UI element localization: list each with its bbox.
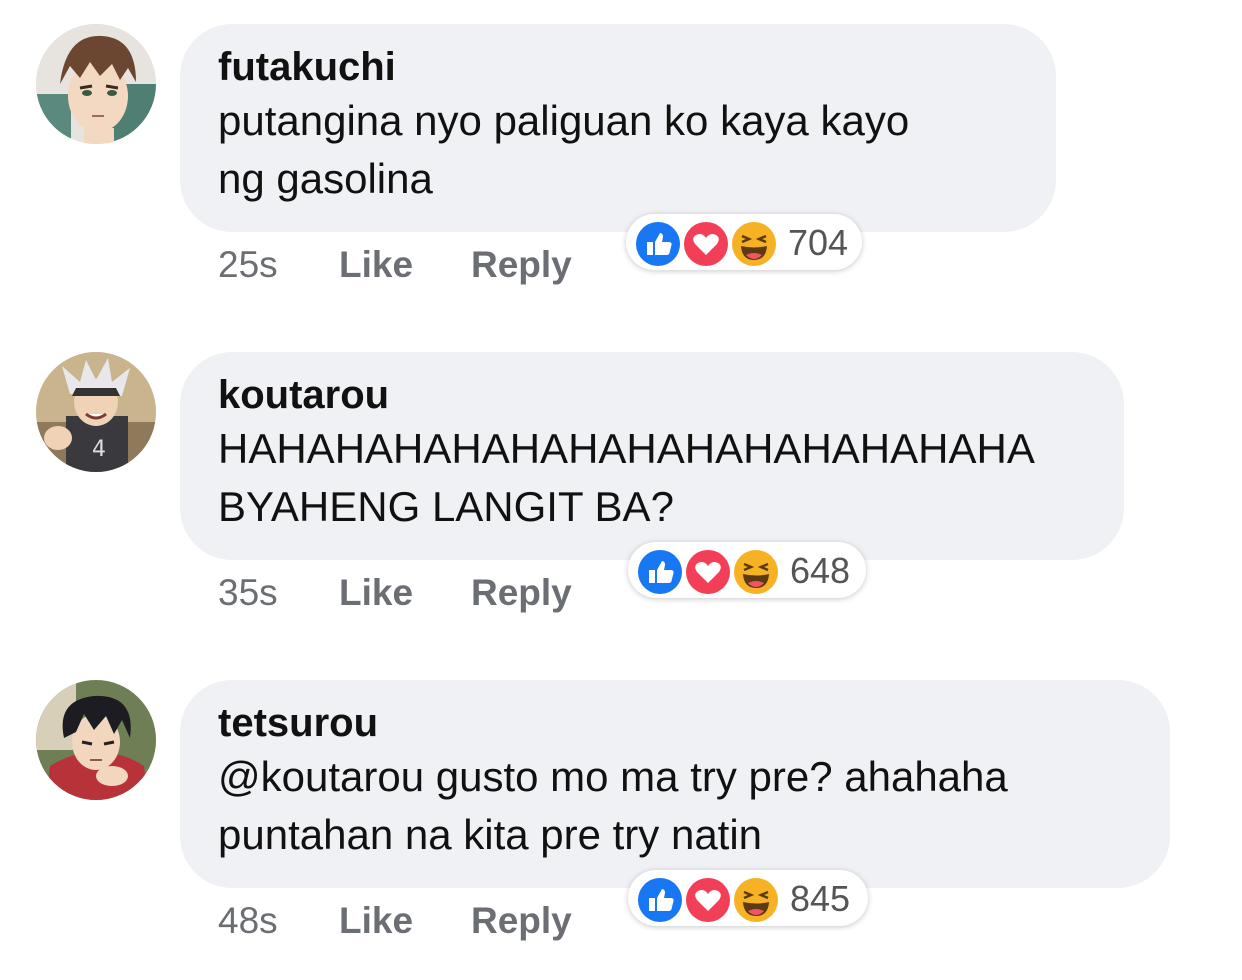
avatar[interactable]: 4: [36, 352, 156, 472]
reaction-count: 648: [790, 550, 851, 591]
reaction-count: 845: [790, 878, 851, 919]
avatar[interactable]: [36, 680, 156, 800]
like-button[interactable]: Like: [339, 244, 413, 286]
love-icon: [682, 220, 730, 268]
haha-icon: [732, 548, 780, 596]
comment-text: @koutarou gusto mo ma try pre? ahahaha p…: [218, 753, 1008, 858]
haha-icon: [732, 876, 780, 924]
comment-futakuchi: futakuchi putangina nyo paliguan ko kaya…: [0, 24, 1242, 324]
comment-author[interactable]: koutarou: [218, 370, 1086, 420]
love-icon: [684, 548, 732, 596]
reply-button[interactable]: Reply: [471, 900, 572, 942]
comment-koutarou: 4 koutarou HAHAHAHAHAHAHAHAHAHAHAHAHAHA …: [0, 352, 1242, 652]
comment-text: putangina nyo paliguan ko kaya kayo ng g…: [218, 97, 910, 202]
svg-text:4: 4: [92, 437, 106, 462]
comment-time[interactable]: 48s: [218, 900, 278, 942]
comment-author[interactable]: futakuchi: [218, 42, 1018, 92]
reactions-summary[interactable]: 845: [628, 870, 868, 926]
comment-time[interactable]: 25s: [218, 244, 278, 286]
comment-text: HAHAHAHAHAHAHAHAHAHAHAHAHAHA BYAHENG LAN…: [218, 425, 1035, 530]
like-icon: [634, 220, 682, 268]
like-button[interactable]: Like: [339, 900, 413, 942]
reaction-count: 704: [788, 222, 849, 263]
like-icon: [636, 876, 684, 924]
comment-time[interactable]: 35s: [218, 572, 278, 614]
reactions-summary[interactable]: 648: [628, 542, 866, 598]
haha-icon: [730, 220, 778, 268]
reply-button[interactable]: Reply: [471, 572, 572, 614]
love-icon: [684, 876, 732, 924]
comment-bubble: tetsurou @koutarou gusto mo ma try pre? …: [180, 680, 1170, 888]
reactions-summary[interactable]: 704: [626, 214, 862, 270]
comment-tetsurou: tetsurou @koutarou gusto mo ma try pre? …: [0, 680, 1242, 980]
avatar[interactable]: [36, 24, 156, 144]
like-icon: [636, 548, 684, 596]
comment-bubble: futakuchi putangina nyo paliguan ko kaya…: [180, 24, 1056, 232]
comment-bubble: koutarou HAHAHAHAHAHAHAHAHAHAHAHAHAHA BY…: [180, 352, 1124, 560]
like-button[interactable]: Like: [339, 572, 413, 614]
reply-button[interactable]: Reply: [471, 244, 572, 286]
comment-author[interactable]: tetsurou: [218, 698, 1132, 748]
